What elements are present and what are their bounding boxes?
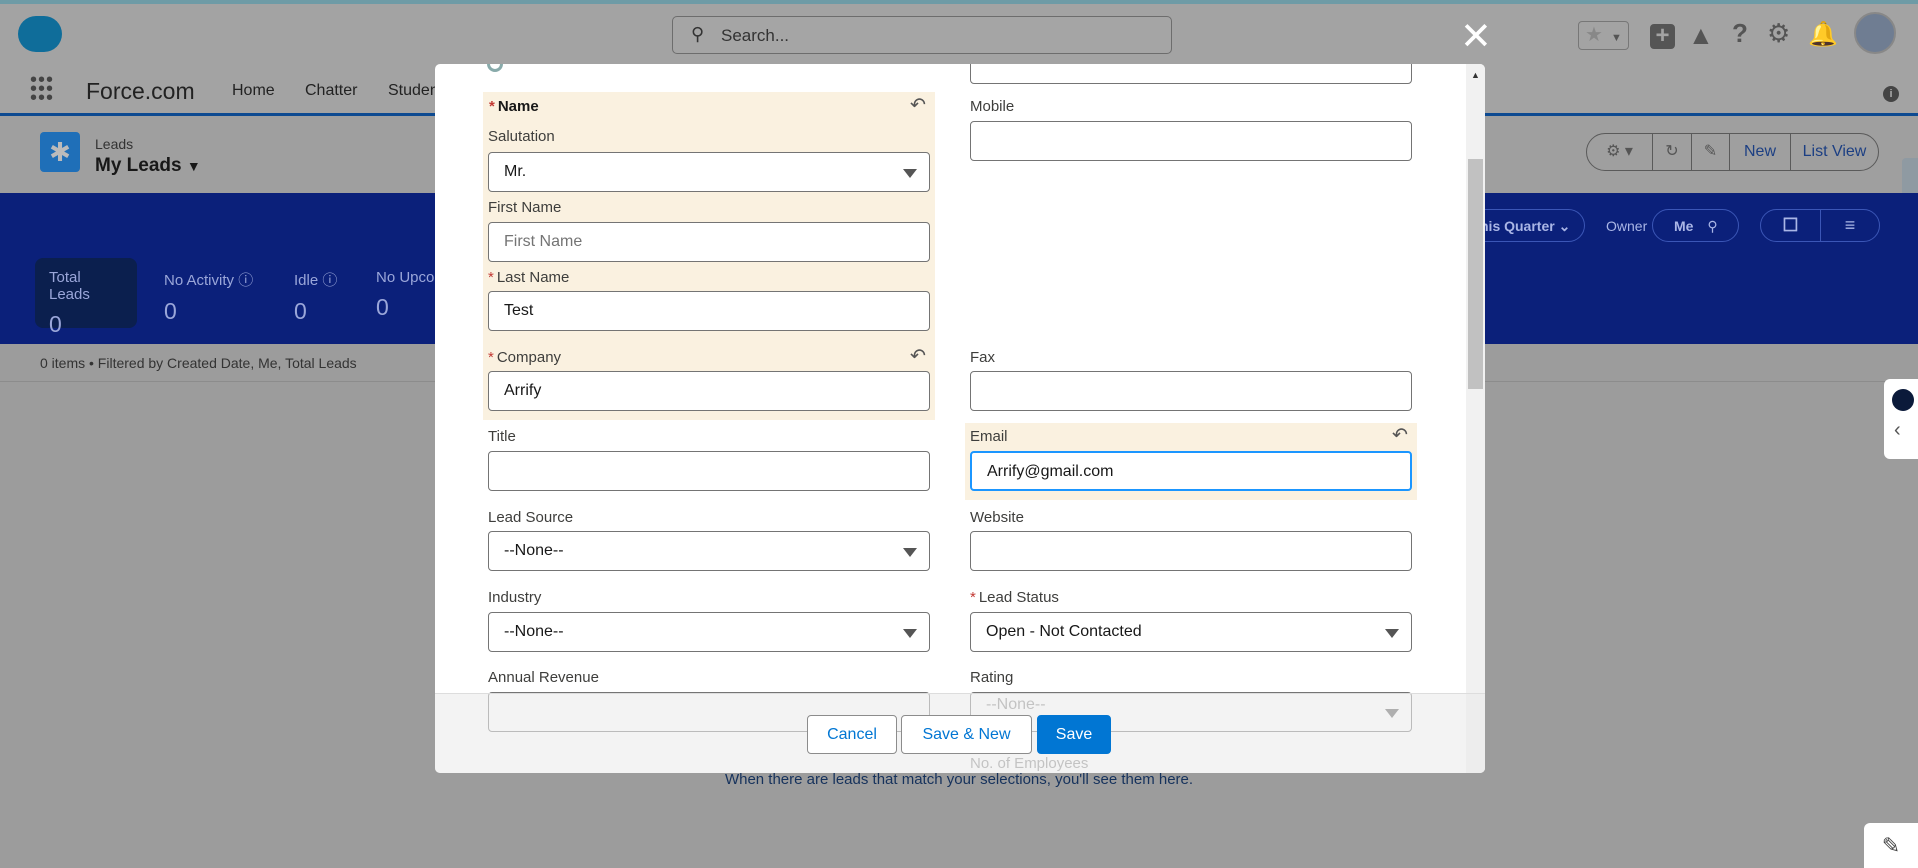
empty-message: When there are leads that match your sel… [724, 771, 1194, 788]
bookmark-icon[interactable]: ☐ [1761, 210, 1821, 241]
website-label: Website [970, 509, 1024, 526]
filter-actions: ☐ ≡ [1760, 209, 1880, 242]
caret-down-icon [903, 169, 917, 178]
global-search[interactable]: ⚲ Search... [672, 16, 1172, 54]
list-toolbar: ⚙ ▾ ↻ ✎ New List View [1586, 133, 1879, 171]
widget-logo-icon [1892, 389, 1914, 411]
side-panel-tab[interactable] [1902, 158, 1918, 196]
undo-icon[interactable]: ↶ [1392, 424, 1408, 447]
undo-icon[interactable]: ↶ [910, 94, 926, 117]
chevron-left-icon: ‹ [1894, 419, 1901, 441]
object-label: Leads [95, 136, 134, 152]
website-input[interactable] [970, 531, 1412, 571]
email-input[interactable]: Arrify@gmail.com [970, 451, 1412, 491]
info-icon[interactable]: i [1883, 86, 1899, 102]
caret-down-icon [1385, 709, 1399, 718]
company-label: * Company [488, 349, 562, 366]
stat-total-leads[interactable]: Total Leads 0 [35, 258, 137, 337]
lead-source-label: Lead Source [488, 509, 574, 526]
nav-home[interactable]: Home [232, 82, 275, 100]
last-name-input[interactable]: Test [488, 291, 930, 331]
trailhead-icon[interactable]: ▲ [1688, 20, 1714, 51]
list-view-button[interactable]: List View [1791, 134, 1878, 170]
last-name-label: * Last Name [488, 269, 570, 286]
company-input[interactable]: Arrify [488, 371, 930, 411]
cancel-button[interactable]: Cancel [807, 715, 897, 754]
radio-icon [487, 64, 503, 72]
close-modal-icon[interactable]: ✕ [1460, 14, 1492, 59]
list-view-switcher[interactable]: My Leads ▼ [95, 155, 201, 177]
app-launcher-icon[interactable]: ••• ••• ••• [30, 70, 54, 108]
nav-students[interactable]: Studen [388, 82, 439, 100]
setup-gear-icon[interactable]: ⚙ [1767, 18, 1790, 49]
save-button[interactable]: Save [1037, 715, 1111, 754]
owner-filter[interactable]: Me ⚲ [1652, 209, 1739, 242]
caret-down-icon [903, 629, 917, 638]
fax-input[interactable] [970, 371, 1412, 411]
caret-down-icon [1385, 629, 1399, 638]
edit-button[interactable]: ✎ [1692, 134, 1730, 170]
add-icon[interactable]: + [1650, 24, 1675, 49]
leads-object-icon: ✱ [40, 132, 80, 172]
lead-status-select[interactable]: Open - Not Contacted [970, 612, 1412, 652]
app-name: Force.com [86, 78, 195, 104]
top-field-input[interactable] [970, 64, 1412, 84]
name-section-label: * Name [489, 98, 539, 115]
filter-icon[interactable]: ≡ [1821, 210, 1879, 241]
rating-label: Rating [970, 669, 1014, 686]
lead-status-label: * Lead Status [970, 589, 1059, 606]
scrollbar-thumb[interactable] [1468, 159, 1483, 389]
owner-label: Owner [1606, 218, 1648, 234]
search-icon: ⚲ [691, 24, 705, 44]
info-icon: ⓘ [322, 272, 338, 289]
scroll-up-arrow-icon[interactable]: ▲ [1466, 70, 1485, 80]
list-settings-button[interactable]: ⚙ ▾ [1587, 134, 1653, 170]
new-button[interactable]: New [1730, 134, 1791, 170]
fax-label: Fax [970, 349, 996, 366]
notifications-bell-icon[interactable]: 🔔 [1808, 20, 1838, 49]
annual-revenue-label: Annual Revenue [488, 669, 599, 686]
industry-label: Industry [488, 589, 542, 606]
title-label: Title [488, 428, 516, 445]
caret-down-icon [903, 548, 917, 557]
search-icon: ⚲ [1707, 218, 1718, 234]
salesforce-logo[interactable] [18, 16, 62, 52]
first-name-label: First Name [488, 199, 562, 216]
help-icon[interactable]: ? [1732, 18, 1748, 49]
save-and-new-button[interactable]: Save & New [901, 715, 1032, 754]
email-label: Email [970, 428, 1008, 445]
favorites-button[interactable]: ★ ▼ [1578, 21, 1629, 50]
mobile-label: Mobile [970, 98, 1015, 115]
title-input[interactable] [488, 451, 930, 491]
first-name-input[interactable]: First Name [488, 222, 930, 262]
info-icon: ⓘ [238, 272, 254, 289]
mobile-input[interactable] [970, 121, 1412, 161]
caret-down-icon: ▼ [186, 158, 201, 174]
refresh-button[interactable]: ↻ [1653, 134, 1692, 170]
edit-tools-button[interactable]: ✎ [1864, 823, 1918, 868]
stat-no-activity[interactable]: No Activity ⓘ 0 [150, 258, 280, 328]
industry-select[interactable]: --None-- [488, 612, 930, 652]
undo-icon[interactable]: ↶ [910, 345, 926, 368]
chevron-down-icon: ⌄ [1558, 218, 1571, 234]
salutation-label: Salutation [488, 128, 555, 145]
employees-label: No. of Employees [970, 755, 1089, 772]
new-lead-modal: * Name ↶ Salutation Mr. First Name First … [435, 64, 1485, 773]
nav-chatter[interactable]: Chatter [305, 82, 357, 100]
avatar[interactable] [1854, 12, 1896, 54]
modal-scrollbar[interactable]: ▲ [1466, 64, 1485, 773]
side-widget[interactable]: ‹ [1884, 379, 1918, 459]
salutation-select[interactable]: Mr. [488, 152, 930, 192]
lead-source-select[interactable]: --None-- [488, 531, 930, 571]
